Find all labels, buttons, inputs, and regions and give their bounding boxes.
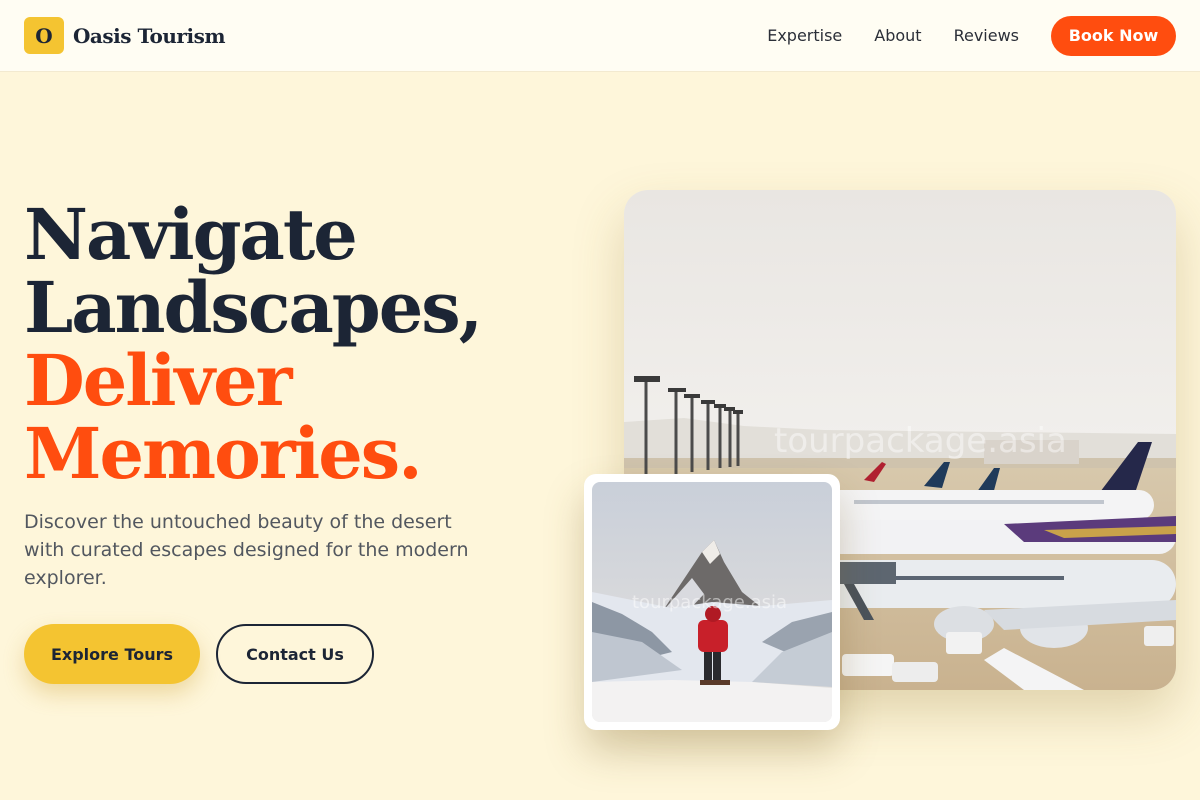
hero-title-line-4: Memories.	[24, 412, 423, 495]
site-header: O Oasis Tourism Expertise About Reviews …	[0, 0, 1200, 72]
book-now-button[interactable]: Book Now	[1051, 15, 1176, 56]
hero-title: Navigate Landscapes, Deliver Memories.	[24, 198, 584, 490]
hero-description: Discover the untouched beauty of the des…	[24, 511, 469, 589]
main-nav: Expertise About Reviews Book Now	[767, 15, 1176, 56]
explore-tours-button[interactable]: Explore Tours	[24, 624, 200, 684]
mountain-photo: tourpackage.asia	[592, 482, 832, 722]
brand[interactable]: O Oasis Tourism	[24, 17, 226, 54]
hero-title-line-2: Landscapes,	[24, 266, 483, 349]
nav-link-about[interactable]: About	[874, 26, 921, 45]
hero-title-line-1: Navigate	[24, 193, 358, 276]
main-watermark: tourpackage.asia	[774, 421, 1067, 461]
inset-watermark: tourpackage.asia	[632, 592, 787, 613]
nav-link-reviews[interactable]: Reviews	[954, 26, 1019, 45]
brand-name[interactable]: Oasis Tourism	[73, 24, 226, 48]
contact-us-button[interactable]: Contact Us	[216, 624, 374, 684]
inset-photo-card: tourpackage.asia	[584, 474, 840, 730]
brand-logo[interactable]: O	[24, 17, 64, 54]
nav-link-expertise[interactable]: Expertise	[767, 26, 842, 45]
hero-title-line-3: Deliver	[24, 339, 293, 422]
